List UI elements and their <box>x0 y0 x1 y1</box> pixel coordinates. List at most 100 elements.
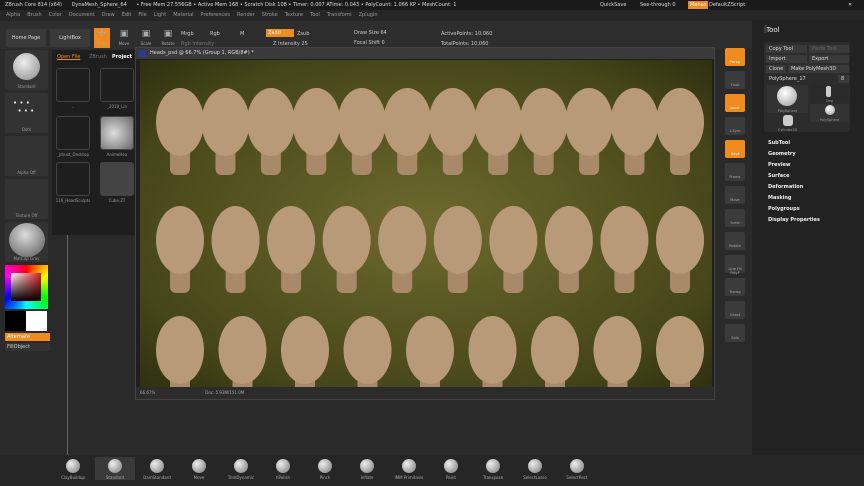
home-page-button[interactable]: Home Page <box>6 29 46 47</box>
menu-document[interactable]: Document <box>69 12 95 18</box>
main-color-swatch[interactable] <box>5 311 26 331</box>
focal-shift-slider[interactable]: Focal Shift 0 <box>354 40 385 46</box>
menu-transform[interactable]: Transform <box>327 12 352 18</box>
move-button[interactable]: ▣ Move <box>116 28 132 48</box>
lightbox-item[interactable] <box>56 162 90 196</box>
tool-thumb-dog[interactable]: Dog <box>810 85 849 103</box>
menu-stroke[interactable]: Stroke <box>262 12 278 18</box>
tool-scale[interactable]: Scale <box>725 209 745 227</box>
menus-button[interactable]: Menus <box>688 1 709 9</box>
lightbox-item[interactable] <box>100 162 134 196</box>
alpha-thumbnail[interactable]: Alpha Off <box>5 136 48 176</box>
menu-zplugin[interactable]: Zplugin <box>359 12 378 18</box>
section-surface[interactable]: Surface <box>768 173 790 179</box>
menu-brush[interactable]: Brush <box>27 12 41 18</box>
secondary-color-swatch[interactable] <box>26 311 47 331</box>
tool-thumb-polysphere-small[interactable]: PolySphere <box>810 104 849 122</box>
brush-hpolish[interactable]: hPolish <box>263 457 303 480</box>
lightbox-item[interactable] <box>100 68 134 102</box>
zsub-button[interactable]: Zsub <box>297 31 309 37</box>
rgb-button[interactable]: Rgb <box>210 31 220 37</box>
script-button[interactable]: DefaultZScript <box>709 0 745 10</box>
close-icon[interactable]: ✕ <box>848 0 852 10</box>
brush-damstandard[interactable]: DamStandard <box>137 457 177 480</box>
draw-size-slider[interactable]: Draw Size 64 <box>354 30 387 36</box>
scale-button[interactable]: ▣ Scale <box>138 28 154 48</box>
tool-local[interactable]: Local <box>725 94 745 112</box>
section-polygroups[interactable]: Polygroups <box>768 206 800 212</box>
menu-preferences[interactable]: Preferences <box>201 12 230 18</box>
tool-line-fill-polyf[interactable]: Line Fill PolyF <box>725 255 745 275</box>
mrgb-button[interactable]: Mrgb <box>181 31 194 37</box>
color-picker[interactable] <box>5 265 48 309</box>
tab-open-file[interactable]: Open File <box>57 54 80 60</box>
tool-ghost[interactable]: Ghost <box>725 301 745 319</box>
tool-solo[interactable]: Solo <box>725 324 745 342</box>
lightbox-item[interactable] <box>56 68 90 102</box>
section-deformation[interactable]: Deformation <box>768 184 803 190</box>
lightbox-button[interactable]: LightBox <box>50 29 90 47</box>
import-button[interactable]: Import <box>766 55 807 63</box>
m-button[interactable]: M <box>240 31 244 37</box>
section-subtool[interactable]: SubTool <box>768 140 790 146</box>
menu-tool[interactable]: Tool <box>310 12 320 18</box>
make-polymesh-button[interactable]: Make PolyMesh3D <box>788 65 849 73</box>
alternate-button[interactable]: Alternate <box>5 333 50 341</box>
menu-render[interactable]: Render <box>237 12 255 18</box>
copy-tool-button[interactable]: Copy Tool <box>766 45 807 53</box>
brush-trimdynamic[interactable]: TrimDynamic <box>221 457 261 480</box>
brush-inflate[interactable]: Inflate <box>347 457 387 480</box>
section-display-properties[interactable]: Display Properties <box>768 217 820 223</box>
zoom-level[interactable]: 66.67% <box>140 390 155 395</box>
brush-paint[interactable]: Paint <box>431 457 471 480</box>
lightbox-item[interactable] <box>100 116 134 150</box>
brush-standard[interactable]: Standard <box>95 457 135 480</box>
current-tool-slider[interactable]: PolySphere_17 <box>766 75 836 83</box>
export-button[interactable]: Export <box>809 55 849 63</box>
tab-zbrush[interactable]: ZBrush <box>89 54 107 60</box>
quicksave-button[interactable]: QuickSave <box>600 0 626 10</box>
brush-selectlasso[interactable]: SelectLasso <box>515 457 555 480</box>
rotate-button[interactable]: ▣ Rotate <box>160 28 176 48</box>
menu-texture[interactable]: Texture <box>285 12 303 18</box>
menu-color[interactable]: Color <box>49 12 62 18</box>
zadd-button[interactable]: Zadd <box>266 29 294 37</box>
image-canvas[interactable] <box>140 60 712 403</box>
brush-claybuildup[interactable]: ClayBuildup <box>53 457 93 480</box>
brush-selectrect[interactable]: SelectRect <box>557 457 597 480</box>
brush-thumbnail[interactable]: Standard <box>5 50 48 90</box>
tool-frame[interactable]: Frame <box>725 163 745 181</box>
brush-pinch[interactable]: Pinch <box>305 457 345 480</box>
menu-draw[interactable]: Draw <box>102 12 115 18</box>
brush-imm-primitives[interactable]: IMM Primitives <box>389 457 429 480</box>
tool-thumb-polysphere[interactable]: PolySphere <box>767 85 808 113</box>
material-thumbnail[interactable]: MatCap Gray <box>5 222 48 262</box>
document-tab[interactable]: Heads_psd @ 66.7% (Group 1, RGB/8#) * <box>136 48 714 59</box>
menu-material[interactable]: Material <box>173 12 193 18</box>
see-through-slider[interactable]: See-through 0 <box>640 0 676 10</box>
lightbox-item[interactable] <box>56 116 90 150</box>
menu-alpha[interactable]: Alpha <box>6 12 20 18</box>
texture-thumbnail[interactable]: Texture Off <box>5 179 48 219</box>
tool-l-sym[interactable]: L.Sym <box>725 117 745 135</box>
tool-persp[interactable]: Persp <box>725 48 745 66</box>
menu-edit[interactable]: Edit <box>122 12 132 18</box>
menu-file[interactable]: File <box>138 12 146 18</box>
tab-project[interactable]: Project <box>112 54 132 60</box>
tool-qxyz[interactable]: Qxyz <box>725 140 745 158</box>
brush-transpose[interactable]: Transpose <box>473 457 513 480</box>
stroke-thumbnail[interactable]: • • • • • • Dots <box>5 93 48 133</box>
tool-floor[interactable]: Floor <box>725 71 745 89</box>
tool-thumb-cylinder[interactable]: Cylinder3D <box>767 114 808 132</box>
tool-move[interactable]: Move <box>725 186 745 204</box>
draw-button[interactable]: ✣ Draw <box>94 28 110 48</box>
current-tool-value[interactable]: 8 <box>838 75 849 83</box>
tool-transp[interactable]: Transp <box>725 278 745 296</box>
fillobject-button[interactable]: FillObject <box>5 343 50 351</box>
section-geometry[interactable]: Geometry <box>768 151 796 157</box>
clone-button[interactable]: Clone <box>766 65 786 73</box>
tool-rotate[interactable]: Rotate <box>725 232 745 250</box>
section-preview[interactable]: Preview <box>768 162 791 168</box>
paste-tool-button[interactable]: Paste Tool <box>809 45 849 53</box>
section-masking[interactable]: Masking <box>768 195 792 201</box>
